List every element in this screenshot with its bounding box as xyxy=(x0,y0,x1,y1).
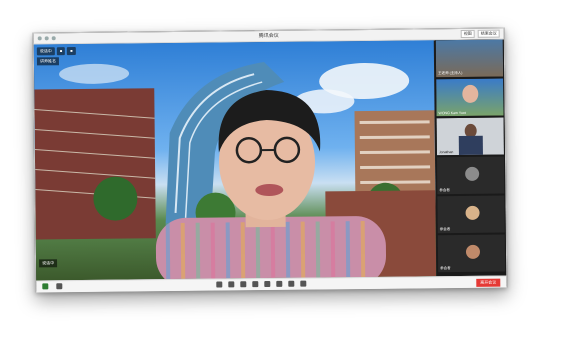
chat-icon[interactable] xyxy=(252,281,259,288)
audio-video-controls xyxy=(42,283,63,290)
participant-name-3: Jonathan xyxy=(438,150,454,155)
participant-sidebar: 王老师 (主持人) WONG Kam Yuet Jonathan 参会者 参会者… xyxy=(434,39,507,277)
speaker-name-chip: 讲师姓名 xyxy=(36,57,59,66)
participant-tile-4[interactable]: 参会者 xyxy=(436,156,505,195)
layout-toggle-2[interactable]: ■ xyxy=(67,47,76,56)
view-button[interactable]: 视图 xyxy=(460,29,475,38)
participant-name-2: WONG Kam Yuet xyxy=(438,110,466,116)
avatar xyxy=(465,244,481,259)
leave-meeting-button[interactable]: 离开会议 xyxy=(476,278,501,287)
speaking-chip[interactable]: 说话中 xyxy=(36,47,55,56)
reactions-icon[interactable] xyxy=(276,280,283,287)
settings-icon[interactable] xyxy=(300,280,307,287)
participant-tile-1[interactable]: 王老师 (主持人) xyxy=(435,39,504,78)
toolbar-icons xyxy=(216,280,307,288)
speaker-status-chip: 说话中 xyxy=(39,259,58,268)
record-icon[interactable] xyxy=(264,281,271,288)
speaker-video-scene xyxy=(34,62,437,281)
participant-name-6: 参会者 xyxy=(440,266,451,271)
security-icon[interactable] xyxy=(228,281,235,288)
share-screen-icon[interactable] xyxy=(216,281,223,288)
camera-icon[interactable] xyxy=(56,283,63,290)
avatar xyxy=(465,166,480,181)
participant-tile-5[interactable]: 参会者 xyxy=(437,195,505,234)
participant-tile-6[interactable]: 参会者 xyxy=(437,234,506,273)
participant-name-5: 参会者 xyxy=(439,227,451,232)
participants-icon[interactable] xyxy=(240,281,247,288)
participant-tile-3[interactable]: Jonathan xyxy=(436,117,504,156)
end-meeting-button[interactable]: 结束会议 xyxy=(477,29,500,38)
microphone-icon[interactable] xyxy=(42,283,49,290)
main-video-top-controls: 说话中 ■ ■ xyxy=(36,47,76,56)
apps-icon[interactable] xyxy=(288,280,295,287)
titlebar-actions: 视图 结束会议 xyxy=(460,29,500,38)
layout-toggle-1[interactable]: ■ xyxy=(56,47,66,56)
main-speaker-video[interactable]: 说话中 ■ ■ 讲师姓名 说话中 xyxy=(33,40,437,281)
avatar xyxy=(465,205,480,220)
participant-name-1: 王老师 (主持人) xyxy=(438,70,463,76)
participant-tile-2[interactable]: WONG Kam Yuet xyxy=(436,78,504,117)
meeting-window: 腾讯会议 视图 结束会议 说话中 ■ ■ 讲师姓名 说话中 王老师 (主持人) … xyxy=(32,27,508,293)
participant-name-4: 参会者 xyxy=(439,188,450,193)
